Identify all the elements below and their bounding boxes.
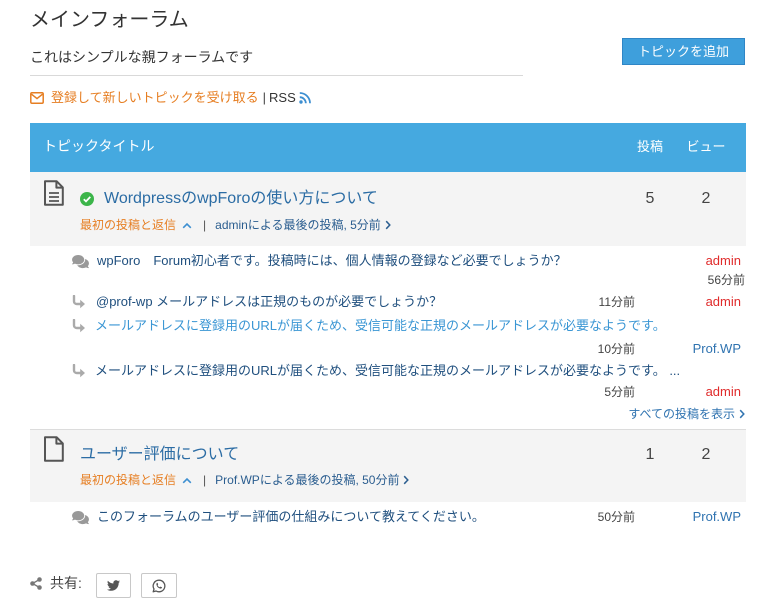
share-label: 共有: bbox=[50, 575, 82, 591]
reply-time: 10分前 bbox=[597, 342, 635, 356]
header-views: ビュー bbox=[686, 139, 726, 154]
topic-row: ユーザー評価について 1 2 最初の投稿と返信 | Prof.WPによる最後の投… bbox=[30, 430, 746, 502]
first-post-and-replies-toggle[interactable]: 最初の投稿と返信 bbox=[80, 471, 192, 489]
first-post-and-replies-label: 最初の投稿と返信 bbox=[80, 473, 177, 487]
rss-icon bbox=[299, 92, 311, 104]
reply-row: wpForo Forum初心者です。投稿時には、個人情報の登録など必要でしょうか… bbox=[0, 250, 776, 290]
reply-link[interactable]: wpForo Forum初心者です。投稿時には、個人情報の登録など必要でしょうか… bbox=[97, 252, 567, 270]
topic-title-link[interactable]: ユーザー評価について bbox=[80, 445, 239, 465]
last-post-link[interactable]: adminによる最後の投稿, 5分前 bbox=[215, 216, 391, 234]
twitter-icon bbox=[107, 579, 120, 592]
envelope-icon bbox=[30, 92, 44, 104]
reply-icon bbox=[72, 295, 86, 309]
forum-title: メインフォーラム bbox=[30, 9, 189, 31]
share-whatsapp-button[interactable] bbox=[141, 573, 177, 598]
first-post-and-replies-label: 最初の投稿と返信 bbox=[80, 218, 177, 232]
share-twitter-button[interactable] bbox=[96, 573, 131, 598]
description-divider bbox=[30, 75, 523, 76]
topic-meta: 最初の投稿と返信 | Prof.WPによる最後の投稿, 50分前 bbox=[80, 471, 410, 489]
reply-author[interactable]: admin bbox=[706, 293, 741, 311]
reply-link[interactable]: メールアドレスに登録用のURLが届くため、受信可能な正規のメールアドレスが必要な… bbox=[95, 317, 666, 335]
topic-post-count: 1 bbox=[645, 446, 655, 463]
solved-check-icon bbox=[80, 192, 94, 206]
reply-time: 50分前 bbox=[597, 510, 635, 524]
forum-description: これはシンプルな親フォーラムです bbox=[30, 49, 254, 65]
header-posts: 投稿 bbox=[636, 139, 663, 154]
topic-title-link[interactable]: WordpressのwpForoの使い方について bbox=[104, 189, 378, 209]
share-icon bbox=[30, 577, 42, 590]
reply-icon bbox=[72, 319, 86, 333]
separator: | bbox=[203, 218, 207, 232]
header-topic-title: トピックタイトル bbox=[43, 138, 155, 154]
reply-author[interactable]: admin bbox=[706, 252, 741, 270]
last-post-label: Prof.WPによる最後の投稿, 50分前 bbox=[215, 473, 400, 487]
chevron-right-icon bbox=[385, 220, 391, 230]
rss-link[interactable]: RSS bbox=[269, 89, 311, 107]
last-post-label: adminによる最後の投稿, 5分前 bbox=[215, 218, 381, 232]
reply-link[interactable]: メールアドレスに登録用のURLが届くため、受信可能な正規のメールアドレスが必要な… bbox=[95, 362, 680, 380]
last-post-link[interactable]: Prof.WPによる最後の投稿, 50分前 bbox=[215, 471, 410, 489]
comments-icon bbox=[72, 510, 89, 525]
reply-link[interactable]: @prof-wp メールアドレスは正規のものが必要でしょうか？ bbox=[96, 293, 442, 311]
reply-author[interactable]: Prof.WP bbox=[693, 508, 741, 526]
view-all-posts-label: すべての投稿を表示 bbox=[628, 407, 735, 421]
separator: | bbox=[262, 90, 267, 105]
topic-post-count: 5 bbox=[645, 190, 655, 207]
subscribe-label: 登録して新しいトピックを受け取る bbox=[51, 90, 259, 105]
reply-row: @prof-wp メールアドレスは正規のものが必要でしょうか？ 11分前 adm… bbox=[0, 293, 776, 311]
reply-icon bbox=[72, 364, 86, 378]
topic-view-count: 2 bbox=[701, 190, 711, 207]
topic-meta: 最初の投稿と返信 | adminによる最後の投稿, 5分前 bbox=[80, 216, 391, 234]
reply-link[interactable]: このフォーラムのユーザー評価の仕組みについて教えてください。 bbox=[97, 508, 485, 526]
reply-row: このフォーラムのユーザー評価の仕組みについて教えてください。 50分前 Prof… bbox=[0, 508, 776, 526]
first-post-and-replies-toggle[interactable]: 最初の投稿と返信 bbox=[80, 216, 192, 234]
reply-time: 5分前 bbox=[604, 385, 635, 399]
file-icon bbox=[43, 436, 65, 462]
subscribe-bar: 登録して新しいトピックを受け取る | RSS bbox=[30, 89, 311, 107]
chevron-right-icon bbox=[403, 475, 410, 485]
chevron-up-icon bbox=[182, 477, 192, 484]
chevron-right-icon bbox=[739, 409, 745, 419]
subscribe-link[interactable]: 登録して新しいトピックを受け取る bbox=[30, 89, 259, 107]
rss-label: RSS bbox=[269, 90, 296, 105]
add-topic-button[interactable]: トピックを追加 bbox=[622, 38, 745, 65]
reply-row: メールアドレスに登録用のURLが届くため、受信可能な正規のメールアドレスが必要な… bbox=[0, 317, 776, 358]
separator: | bbox=[203, 473, 207, 487]
topic-view-count: 2 bbox=[701, 446, 711, 463]
chevron-up-icon bbox=[182, 222, 192, 229]
reply-time: 11分前 bbox=[598, 295, 635, 309]
reply-row: メールアドレスに登録用のURLが届くため、受信可能な正規のメールアドレスが必要な… bbox=[0, 362, 776, 401]
topic-table-header: トピックタイトル 投稿 ビュー bbox=[30, 123, 746, 172]
file-alt-icon bbox=[43, 180, 65, 206]
topic-row: WordpressのwpForoの使い方について 5 2 最初の投稿と返信 | … bbox=[30, 172, 746, 246]
reply-time: 56分前 bbox=[707, 273, 745, 287]
view-all-posts-link[interactable]: すべての投稿を表示 bbox=[628, 405, 745, 423]
whatsapp-icon bbox=[152, 579, 166, 593]
reply-author[interactable]: Prof.WP bbox=[693, 340, 741, 358]
comments-icon bbox=[72, 254, 89, 269]
reply-author[interactable]: admin bbox=[706, 383, 741, 401]
